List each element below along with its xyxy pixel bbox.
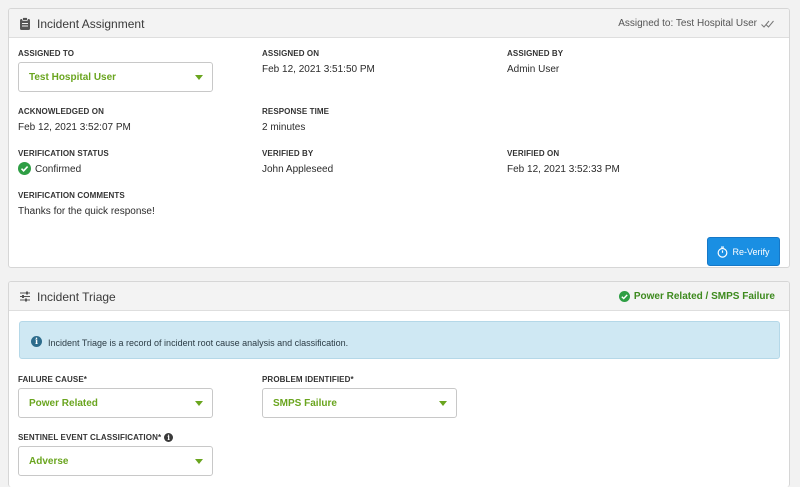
assignment-title: Incident Assignment [37,17,145,31]
clipboard-icon [20,17,30,30]
double-check-icon [761,20,774,28]
assigned-by-value: Admin User [507,64,560,75]
sentinel-value: Adverse [29,456,69,467]
caret-down-icon [195,459,203,464]
response-time-label: RESPONSE TIME [262,107,330,116]
incident-triage-panel: Incident Triage Power Related / SMPS Fai… [8,281,790,487]
acknowledged-on-value: Feb 12, 2021 3:52:07 PM [18,122,131,133]
acknowledged-on-label: ACKNOWLEDGED ON [18,107,104,116]
verified-on-value: Feb 12, 2021 3:52:33 PM [507,164,620,175]
verified-by-value: John Appleseed [262,164,334,175]
failure-cause-label: FAILURE CAUSE* [18,375,87,384]
sentinel-label: SENTINEL EVENT CLASSIFICATION* [18,433,162,442]
re-verify-button[interactable]: Re-Verify [707,237,780,266]
sliders-icon [20,291,30,302]
caret-down-icon [195,75,203,80]
verified-by-label: VERIFIED BY [262,149,314,158]
problem-identified-value: SMPS Failure [273,398,337,409]
info-icon: i [31,336,42,347]
triage-header: Incident Triage Power Related / SMPS Fai… [9,282,789,311]
assigned-on-value: Feb 12, 2021 3:51:50 PM [262,64,375,75]
caret-down-icon [439,401,447,406]
sentinel-select[interactable]: Adverse [18,446,213,476]
assigned-to-select[interactable]: Test Hospital User [18,62,213,92]
triage-summary-text: Power Related / SMPS Failure [633,291,775,302]
triage-title: Incident Triage [37,290,116,304]
assigned-by-label: ASSIGNED BY [507,49,564,58]
assigned-to-value: Test Hospital User [29,72,117,83]
response-time-value: 2 minutes [262,122,306,133]
failure-cause-value: Power Related [29,398,98,409]
check-circle-icon [18,162,31,175]
triage-summary: Power Related / SMPS Failure [618,291,775,302]
verification-comments-label: VERIFICATION COMMENTS [18,191,125,200]
problem-identified-label: PROBLEM IDENTIFIED* [262,375,354,384]
failure-cause-select[interactable]: Power Related [18,388,213,418]
assigned-to-summary-text: Assigned to: Test Hospital User [618,18,757,29]
triage-info-box: i Incident Triage is a record of inciden… [19,321,780,359]
triage-info-text: Incident Triage is a record of incident … [48,338,349,348]
info-icon[interactable]: i [164,433,174,443]
check-circle-icon [618,291,630,302]
caret-down-icon [195,401,203,406]
sentinel-label-row: SENTINEL EVENT CLASSIFICATION* i [18,433,174,443]
verified-on-label: VERIFIED ON [507,149,560,158]
verification-status-value: Confirmed [35,164,82,175]
assignment-header: Incident Assignment Assigned to: Test Ho… [9,9,789,38]
assigned-to-summary: Assigned to: Test Hospital User [618,18,775,29]
problem-identified-select[interactable]: SMPS Failure [262,388,457,418]
verification-comments-value: Thanks for the quick response! [18,206,155,217]
stopwatch-icon [718,246,728,258]
assigned-on-label: ASSIGNED ON [262,49,320,58]
incident-assignment-panel: Incident Assignment Assigned to: Test Ho… [8,8,790,268]
verification-status-label: VERIFICATION STATUS [18,149,109,158]
assigned-to-label: ASSIGNED TO [18,49,75,58]
re-verify-label: Re-Verify [732,246,770,257]
